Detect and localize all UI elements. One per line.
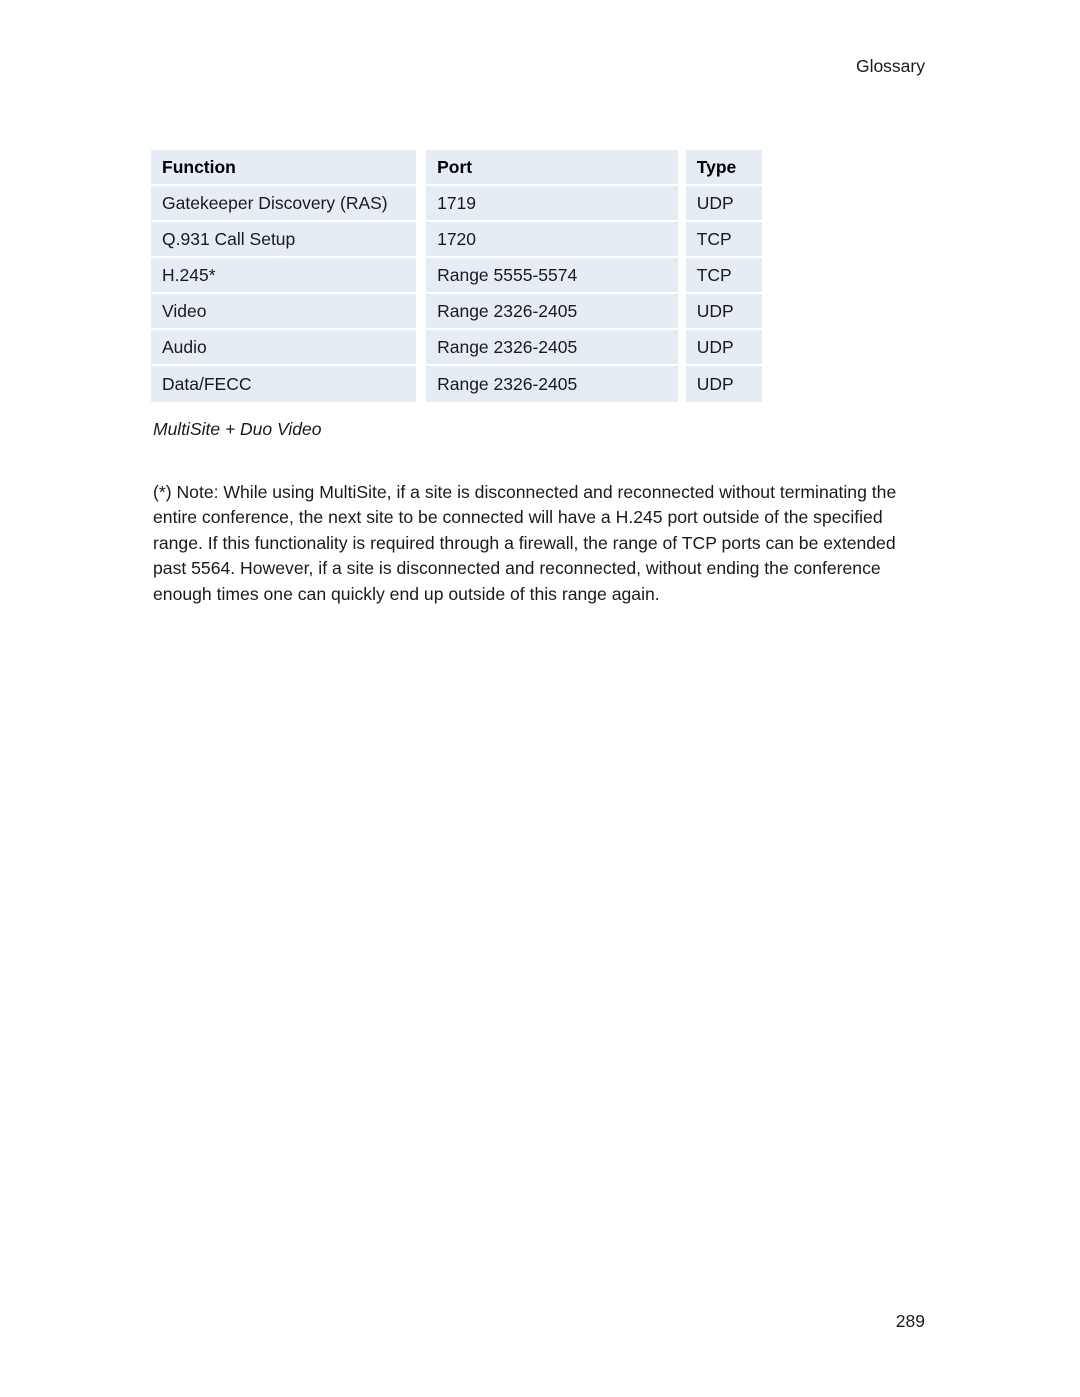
- cell-function: H.245*: [151, 258, 427, 294]
- cell-port: 1720: [426, 222, 686, 258]
- cell-function: Audio: [151, 330, 427, 366]
- cell-function: Video: [151, 294, 427, 330]
- table-row: Video Range 2326-2405 UDP: [151, 294, 762, 330]
- document-page: Glossary Function Port Type Gatekeeper D…: [0, 0, 1080, 1397]
- table-row: Data/FECC Range 2326-2405 UDP: [151, 366, 762, 402]
- cell-port: 1719: [426, 186, 686, 222]
- table-header: Function Port Type: [151, 150, 762, 186]
- column-header-function: Function: [151, 150, 427, 186]
- port-assignment-table: Function Port Type Gatekeeper Discovery …: [151, 150, 762, 402]
- cell-function: Data/FECC: [151, 366, 427, 402]
- cell-port: Range 2326-2405: [426, 366, 686, 402]
- cell-port: Range 2326-2405: [426, 294, 686, 330]
- column-header-port: Port: [426, 150, 686, 186]
- cell-type: UDP: [685, 366, 762, 402]
- cell-type: TCP: [685, 222, 762, 258]
- column-header-type: Type: [685, 150, 762, 186]
- table-caption: MultiSite + Duo Video: [153, 419, 322, 439]
- cell-port: Range 5555-5574: [426, 258, 686, 294]
- cell-type: UDP: [685, 294, 762, 330]
- running-head: Glossary: [855, 56, 925, 76]
- table-row: H.245* Range 5555-5574 TCP: [151, 258, 762, 294]
- table-row: Q.931 Call Setup 1720 TCP: [151, 222, 762, 258]
- table-row: Audio Range 2326-2405 UDP: [151, 330, 762, 366]
- cell-type: UDP: [685, 186, 762, 222]
- cell-function: Gatekeeper Discovery (RAS): [151, 186, 427, 222]
- cell-type: TCP: [685, 258, 762, 294]
- table-body: Gatekeeper Discovery (RAS) 1719 UDP Q.93…: [151, 186, 762, 402]
- page-number: 289: [895, 1311, 925, 1331]
- table-header-row: Function Port Type: [151, 150, 762, 186]
- cell-port: Range 2326-2405: [426, 330, 686, 366]
- cell-function: Q.931 Call Setup: [151, 222, 427, 258]
- footnote-paragraph: (*) Note: While using MultiSite, if a si…: [153, 481, 897, 604]
- table-row: Gatekeeper Discovery (RAS) 1719 UDP: [151, 186, 762, 222]
- cell-type: UDP: [685, 330, 762, 366]
